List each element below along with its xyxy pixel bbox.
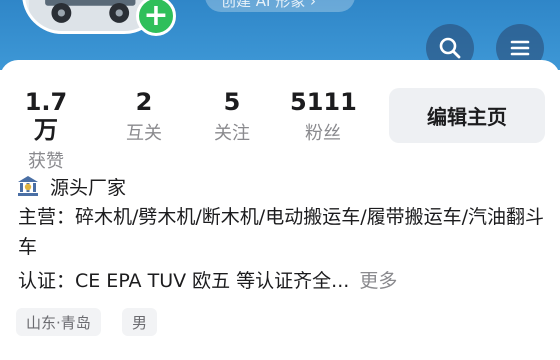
edit-profile-button[interactable]: 编辑主页 [389, 88, 545, 143]
stat-value: 5111 [290, 88, 357, 116]
plus-icon: + [143, 0, 169, 33]
stat-value: 5 [223, 88, 241, 116]
stat-value: 1.7万 [24, 88, 68, 144]
menu-icon [510, 40, 530, 56]
stat-label: 互关 [126, 123, 162, 144]
stat-following[interactable]: 5 关注 [208, 88, 256, 146]
location-tag[interactable]: 山东·青岛 [16, 308, 101, 336]
account-type: 源头厂家 [16, 172, 126, 200]
add-avatar-button[interactable]: + [136, 0, 176, 36]
more-link[interactable]: 更多 [359, 270, 397, 292]
stat-mutual[interactable]: 2 互关 [122, 88, 166, 146]
account-type-label: 源头厂家 [50, 176, 127, 199]
certification-row: 认证：CE EPA TUV 欧五 等认证齐全... 更多 [18, 266, 397, 296]
stat-followers[interactable]: 5111 粉丝 [290, 88, 357, 146]
certification-text: 认证：CE EPA TUV 欧五 等认证齐全... [18, 270, 350, 292]
stat-likes[interactable]: 1.7万 获赞 [14, 88, 78, 174]
stat-label: 粉丝 [305, 123, 341, 144]
bank-icon [18, 176, 38, 196]
create-ai-avatar-button[interactable]: 创建 AI 形象 › [205, 0, 355, 12]
stat-value: 2 [135, 88, 153, 116]
bio-text: 主营：碎木机/劈木机/断木机/电动搬运车/履带搬运车/汽油翻斗车 [18, 206, 545, 258]
stat-label: 获赞 [28, 151, 64, 172]
stat-label: 关注 [214, 123, 250, 144]
search-icon [439, 37, 461, 59]
gender-tag[interactable]: 男 [122, 308, 158, 336]
